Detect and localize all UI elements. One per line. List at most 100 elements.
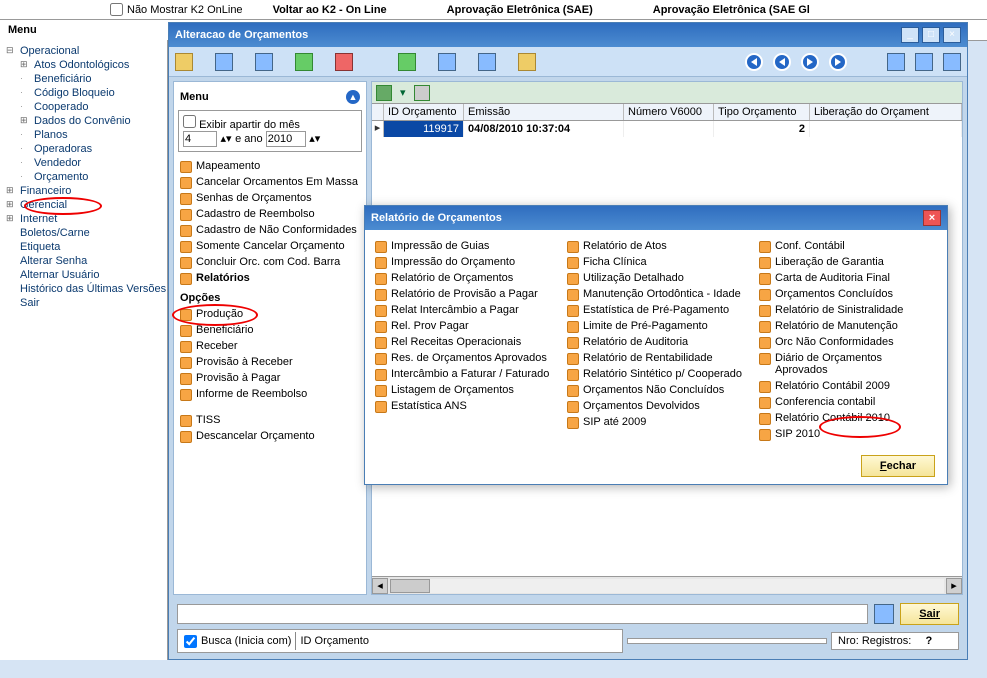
report-col3-10[interactable]: Relatório Contábil 2010	[757, 410, 939, 426]
side-item1-6[interactable]: Concluir Orc. com Cod. Barra	[178, 254, 362, 270]
tb-edit-icon[interactable]	[215, 53, 233, 71]
report-col3-5[interactable]: Relatório de Manutenção	[757, 318, 939, 334]
report-col1-0[interactable]: Impressão de Guias	[373, 238, 555, 254]
side-relatorios[interactable]: Relatórios	[178, 270, 362, 286]
tree-orcamento[interactable]: Orçamento	[6, 170, 161, 184]
side-item1-0[interactable]: Mapeamento	[178, 158, 362, 174]
side-item2-5[interactable]: Informe de Reembolso	[178, 386, 362, 402]
report-col2-2[interactable]: Utilização Detalhado	[565, 270, 747, 286]
tree-vendedor[interactable]: Vendedor	[6, 156, 161, 170]
tb-help-icon[interactable]	[943, 53, 961, 71]
report-col1-9[interactable]: Listagem de Orçamentos	[373, 382, 555, 398]
tb-refresh-icon[interactable]	[255, 53, 273, 71]
tree-etiqueta[interactable]: Etiqueta	[6, 240, 161, 254]
tb-config-icon[interactable]	[915, 53, 933, 71]
tree-operadoras[interactable]: Operadoras	[6, 142, 161, 156]
tree-beneficiario[interactable]: Beneficiário	[6, 72, 161, 86]
side-item1-2[interactable]: Senhas de Orçamentos	[178, 190, 362, 206]
report-col1-2[interactable]: Relatório de Orçamentos	[373, 270, 555, 286]
report-col2-5[interactable]: Limite de Pré-Pagamento	[565, 318, 747, 334]
gh-id[interactable]: ID Orçamento	[384, 104, 464, 120]
tb-exit-icon[interactable]	[887, 53, 905, 71]
report-col3-7[interactable]: Diário de Orçamentos Aprovados	[757, 350, 939, 378]
tree-boletos[interactable]: Boletos/Carne	[6, 226, 161, 240]
grid-print-icon[interactable]	[414, 85, 430, 101]
tb-new-icon[interactable]	[175, 53, 193, 71]
tree-dados[interactable]: Dados do Convênio	[6, 114, 161, 128]
report-col2-0[interactable]: Relatório de Atos	[565, 238, 747, 254]
tb-doc-icon[interactable]	[438, 53, 456, 71]
report-col3-1[interactable]: Liberação de Garantia	[757, 254, 939, 270]
tree-gerencial[interactable]: Gerencial	[6, 198, 161, 212]
tree-historico[interactable]: Histórico das Últimas Versões	[6, 282, 161, 296]
side-item3-0[interactable]: TISS	[178, 412, 362, 428]
report-col2-7[interactable]: Relatório de Rentabilidade	[565, 350, 747, 366]
report-col1-5[interactable]: Rel. Prov Pagar	[373, 318, 555, 334]
nao-mostrar-checkbox[interactable]	[110, 3, 123, 16]
report-col3-4[interactable]: Relatório de Sinistralidade	[757, 302, 939, 318]
report-col1-10[interactable]: Estatística ANS	[373, 398, 555, 414]
grid-tb-dropdown-icon[interactable]: ▾	[400, 86, 406, 99]
tree-sair[interactable]: Sair	[6, 296, 161, 310]
tree-atos[interactable]: Atos Odontológicos	[6, 58, 161, 72]
side-item2-4[interactable]: Provisão à Pagar	[178, 370, 362, 386]
report-col2-9[interactable]: Orçamentos Não Concluídos	[565, 382, 747, 398]
report-col3-11[interactable]: SIP 2010	[757, 426, 939, 442]
report-col2-1[interactable]: Ficha Clínica	[565, 254, 747, 270]
exibir-checkbox[interactable]	[183, 115, 196, 128]
voltar-link[interactable]: Voltar ao K2 - On Line	[273, 4, 387, 16]
report-col1-3[interactable]: Relatório de Provisão a Pagar	[373, 286, 555, 302]
report-col1-8[interactable]: Intercâmbio a Faturar / Faturado	[373, 366, 555, 382]
side-item1-3[interactable]: Cadastro de Reembolso	[178, 206, 362, 222]
report-col2-11[interactable]: SIP até 2009	[565, 414, 747, 430]
fechar-button[interactable]: Fechar	[861, 455, 935, 477]
report-col1-1[interactable]: Impressão do Orçamento	[373, 254, 555, 270]
report-col2-10[interactable]: Orçamentos Devolvidos	[565, 398, 747, 414]
grid-export-icon[interactable]	[376, 85, 392, 101]
report-col2-4[interactable]: Estatística de Pré-Pagamento	[565, 302, 747, 318]
cell-id[interactable]: 119917	[384, 121, 464, 137]
aprov-sae-link[interactable]: Aprovação Eletrônica (SAE)	[447, 4, 593, 16]
tree-operacional[interactable]: Operacional	[6, 44, 161, 58]
tree-codigo[interactable]: Código Bloqueio	[6, 86, 161, 100]
gh-lib[interactable]: Liberação do Orçament	[810, 104, 962, 120]
aprov-sae-gl-link[interactable]: Aprovação Eletrônica (SAE Gl	[653, 4, 810, 16]
dialog-close-button[interactable]: ×	[923, 210, 941, 226]
side-item3-1[interactable]: Descancelar Orçamento	[178, 428, 362, 444]
report-col2-6[interactable]: Relatório de Auditoria	[565, 334, 747, 350]
ano-input[interactable]	[266, 131, 306, 147]
collapse-icon[interactable]: ▲	[346, 90, 360, 104]
side-item2-3[interactable]: Provisão à Receber	[178, 354, 362, 370]
tb-filter-icon[interactable]	[398, 53, 416, 71]
report-col3-8[interactable]: Relatório Contábil 2009	[757, 378, 939, 394]
minimize-button[interactable]: _	[901, 27, 919, 43]
side-item2-0[interactable]: Produção	[178, 306, 362, 322]
mes-input[interactable]	[183, 131, 217, 147]
tree-cooperado[interactable]: Cooperado	[6, 100, 161, 114]
tb-report-icon[interactable]	[478, 53, 496, 71]
tb-cancel-icon[interactable]	[335, 53, 353, 71]
report-col2-3[interactable]: Manutenção Ortodôntica - Idade	[565, 286, 747, 302]
tree-internet[interactable]: Internet	[6, 212, 161, 226]
search-go-icon[interactable]	[874, 604, 894, 624]
report-col1-6[interactable]: Rel Receitas Operacionais	[373, 334, 555, 350]
report-col1-4[interactable]: Relat Intercâmbio a Pagar	[373, 302, 555, 318]
nav-last-icon[interactable]	[829, 53, 847, 71]
search-input[interactable]	[177, 604, 868, 624]
tree-planos[interactable]: Planos	[6, 128, 161, 142]
report-col3-6[interactable]: Orc Não Conformidades	[757, 334, 939, 350]
report-col3-3[interactable]: Orçamentos Concluídos	[757, 286, 939, 302]
close-button[interactable]: ×	[943, 27, 961, 43]
nav-prev-icon[interactable]	[773, 53, 791, 71]
side-item1-4[interactable]: Cadastro de Não Conformidades	[178, 222, 362, 238]
nav-first-icon[interactable]	[745, 53, 763, 71]
maximize-button[interactable]: □	[922, 27, 940, 43]
gh-num[interactable]: Número V6000	[624, 104, 714, 120]
horizontal-scrollbar[interactable]: ◂ ▸	[372, 576, 962, 594]
sair-button[interactable]: Sair	[900, 603, 959, 625]
side-item2-2[interactable]: Receber	[178, 338, 362, 354]
gh-emissao[interactable]: Emissão	[464, 104, 624, 120]
report-col2-8[interactable]: Relatório Sintético p/ Cooperado	[565, 366, 747, 382]
side-item2-1[interactable]: Beneficiário	[178, 322, 362, 338]
side-item1-5[interactable]: Somente Cancelar Orçamento	[178, 238, 362, 254]
